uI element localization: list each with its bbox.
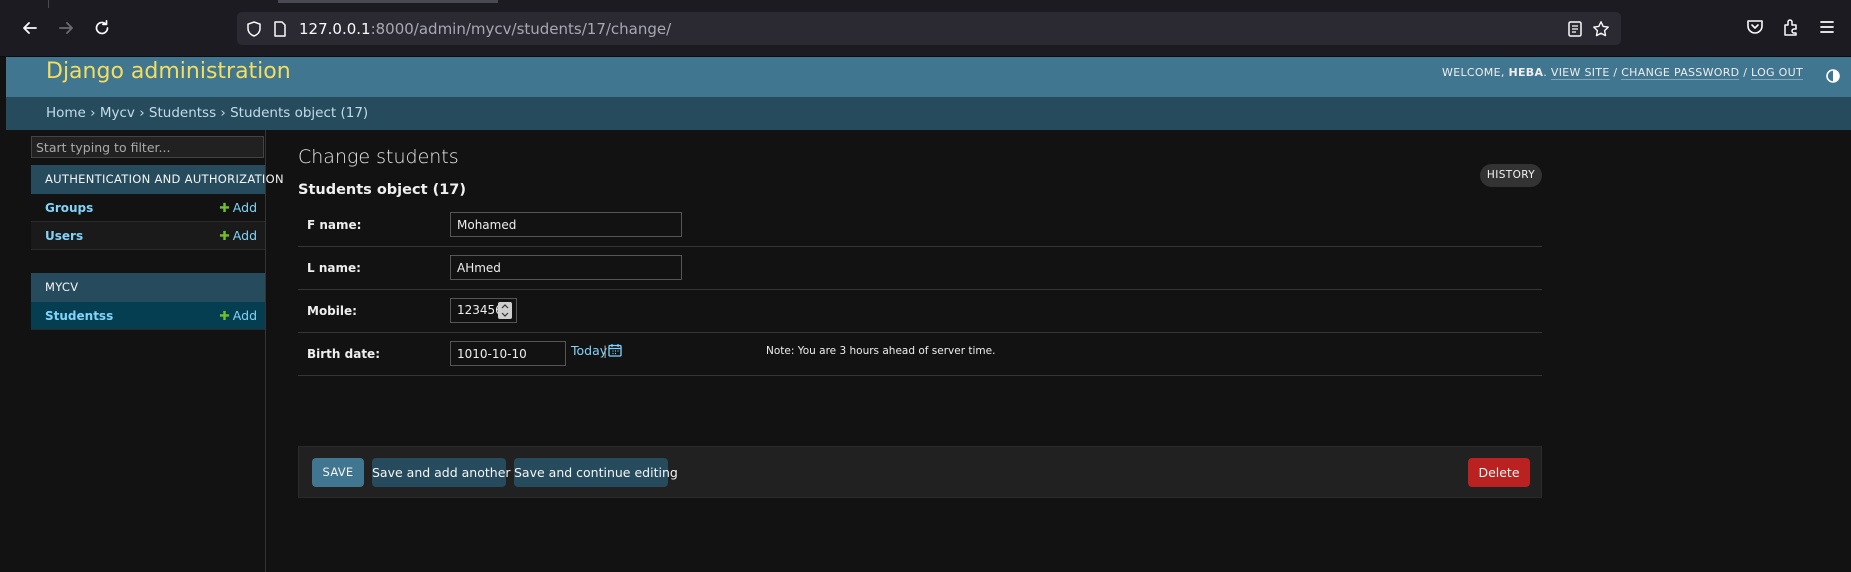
tab-divider xyxy=(48,0,49,8)
sidebar-link-users[interactable]: Users xyxy=(45,229,83,243)
save-and-add-another-button[interactable]: Save and add another xyxy=(372,458,511,487)
user-tools: WELCOME, HEBA. VIEW SITE / CHANGE PASSWO… xyxy=(1442,66,1803,80)
spinner-arrows-icon xyxy=(501,304,509,317)
calendar-icon[interactable] xyxy=(608,343,622,357)
breadcrumb-home[interactable]: Home xyxy=(46,105,86,121)
nav-filter-input[interactable] xyxy=(31,136,264,158)
back-icon[interactable] xyxy=(14,12,46,44)
url-text[interactable]: 127.0.0.1:8000/admin/mycv/students/17/ch… xyxy=(299,20,671,38)
breadcrumb: Home › Mycv › Studentss › Students objec… xyxy=(6,97,1851,130)
page-title: Change students xyxy=(298,146,459,168)
welcome-text: WELCOME, xyxy=(1442,66,1509,79)
admin-page: Django administration WELCOME, HEBA. VIE… xyxy=(6,57,1851,572)
shield-icon[interactable] xyxy=(245,20,263,38)
form-row-l-name: L name: xyxy=(298,247,1542,290)
theme-toggle-icon[interactable] xyxy=(1825,68,1841,84)
view-site-link[interactable]: VIEW SITE xyxy=(1550,66,1610,80)
page-info-icon[interactable] xyxy=(271,20,289,38)
form-row-f-name: F name: xyxy=(298,204,1542,247)
reader-view-icon[interactable] xyxy=(1566,20,1584,38)
birth-date-input[interactable] xyxy=(450,341,566,366)
log-out-link[interactable]: LOG OUT xyxy=(1751,66,1803,80)
main-content: Change students HISTORY Students object … xyxy=(298,130,1851,572)
form-row-birth-date: Birth date: Today | Note: You are 3 hour… xyxy=(298,333,1542,376)
active-tab-indicator[interactable] xyxy=(278,0,498,3)
bookmark-star-icon[interactable] xyxy=(1592,20,1610,38)
separator: | xyxy=(603,343,608,358)
browser-toolbar: 127.0.0.1:8000/admin/mycv/students/17/ch… xyxy=(0,0,1851,57)
form-row-mobile: Mobile: 1234567 xyxy=(298,290,1542,333)
site-branding[interactable]: Django administration xyxy=(46,59,291,84)
breadcrumb-current: Students object (17) xyxy=(230,105,369,121)
sidebar-link-groups[interactable]: Groups xyxy=(45,201,93,215)
plus-icon: ✚ xyxy=(219,228,230,243)
history-button[interactable]: HISTORY xyxy=(1480,164,1542,187)
sidebar-link-studentss[interactable]: Studentss xyxy=(45,309,113,323)
forward-icon[interactable] xyxy=(50,12,82,44)
timezone-note: Note: You are 3 hours ahead of server ti… xyxy=(766,345,996,357)
extensions-icon[interactable] xyxy=(1781,17,1801,37)
username: HEBA xyxy=(1508,66,1544,79)
delete-button[interactable]: Delete xyxy=(1468,458,1530,487)
add-student-link[interactable]: ✚ Add xyxy=(219,308,257,323)
breadcrumb-model[interactable]: Studentss xyxy=(149,105,216,121)
pocket-icon[interactable] xyxy=(1745,17,1765,37)
birth-date-label: Birth date: xyxy=(307,347,380,361)
address-bar[interactable]: 127.0.0.1:8000/admin/mycv/students/17/ch… xyxy=(237,12,1621,45)
menu-icon[interactable] xyxy=(1817,17,1837,37)
change-password-link[interactable]: CHANGE PASSWORD xyxy=(1621,66,1740,80)
f-name-input[interactable] xyxy=(450,212,682,237)
mobile-input[interactable]: 1234567 xyxy=(450,298,517,323)
sidebar-item-groups: Groups ✚ Add xyxy=(31,194,265,222)
admin-header: Django administration WELCOME, HEBA. VIE… xyxy=(6,57,1851,97)
l-name-label: L name: xyxy=(307,261,361,275)
today-link[interactable]: Today xyxy=(571,343,607,358)
module-caption-mycv[interactable]: MYCV xyxy=(31,273,265,302)
l-name-input[interactable] xyxy=(450,255,682,280)
number-spinner[interactable] xyxy=(498,302,512,319)
plus-icon: ✚ xyxy=(219,308,230,323)
breadcrumb-app[interactable]: Mycv xyxy=(100,105,135,121)
f-name-label: F name: xyxy=(307,218,362,232)
add-user-link[interactable]: ✚ Add xyxy=(219,228,257,243)
add-group-link[interactable]: ✚ Add xyxy=(219,200,257,215)
object-title: Students object (17) xyxy=(298,182,466,198)
plus-icon: ✚ xyxy=(219,200,230,215)
sidebar-item-studentss: Studentss ✚ Add xyxy=(31,302,265,330)
reload-icon[interactable] xyxy=(86,12,118,44)
save-and-continue-button[interactable]: Save and continue editing xyxy=(514,458,678,487)
module-caption-auth[interactable]: AUTHENTICATION AND AUTHORIZATION xyxy=(31,165,284,194)
sidebar-item-users: Users ✚ Add xyxy=(31,222,265,250)
save-button[interactable]: SAVE xyxy=(312,458,364,487)
submit-row: SAVE Save and add another Save and conti… xyxy=(298,446,1542,498)
nav-sidebar: AUTHENTICATION AND AUTHORIZATION Groups … xyxy=(24,130,284,572)
mobile-label: Mobile: xyxy=(307,304,357,318)
